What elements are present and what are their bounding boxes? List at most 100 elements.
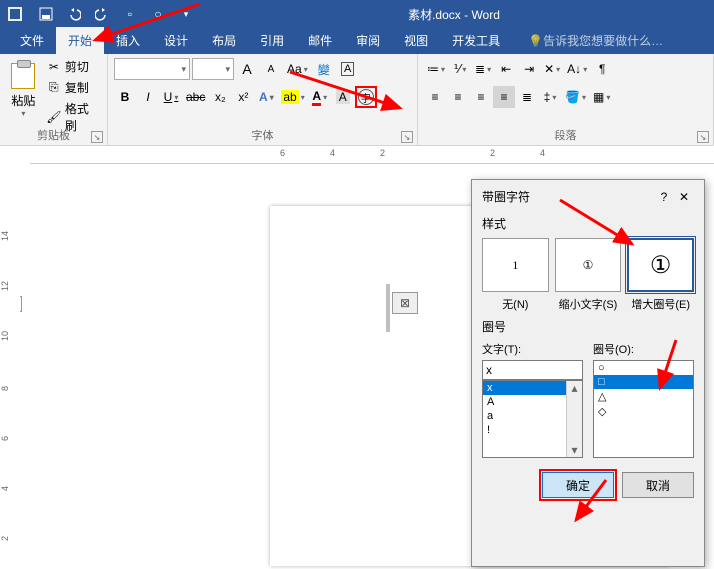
text-input[interactable] (482, 360, 583, 380)
list-item[interactable]: △ (594, 389, 693, 404)
undo-icon[interactable] (62, 2, 86, 26)
align-center-button[interactable]: ≡ (447, 86, 469, 108)
enclose-section-label: 圈号 (482, 318, 694, 335)
superscript-button[interactable]: x² (232, 86, 254, 108)
ruler-tick: 2 (490, 148, 495, 158)
cut-label: 剪切 (65, 58, 89, 75)
highlight-button[interactable]: ab (278, 86, 307, 108)
line-spacing-button[interactable]: ‡ (539, 86, 561, 108)
cut-button[interactable]: ✂剪切 (45, 57, 101, 76)
group-label: 段落 (418, 127, 713, 143)
borders-button[interactable]: ▦ (590, 86, 613, 108)
style-option-enlarge[interactable]: ① 增大圈号(E) (627, 238, 694, 312)
phonetic-guide-button[interactable]: 變 (313, 58, 335, 80)
multilevel-button[interactable]: ≣ (472, 58, 494, 80)
tab-review[interactable]: 审阅 (344, 27, 392, 54)
ruler-tick: 12 (0, 281, 10, 291)
save-icon[interactable] (34, 2, 58, 26)
tab-mailings[interactable]: 邮件 (296, 27, 344, 54)
list-item[interactable]: ○ (594, 361, 693, 375)
paragraph-dialog-launcher[interactable]: ↘ (697, 131, 709, 143)
paste-icon (11, 63, 35, 89)
list-item[interactable]: ◇ (594, 404, 693, 419)
ruler-tick: 6 (0, 436, 10, 441)
underline-button[interactable]: U (160, 86, 182, 108)
highlight-icon: ab (281, 90, 298, 104)
clipboard-dialog-launcher[interactable]: ↘ (91, 131, 103, 143)
style-option-shrink[interactable]: ① 缩小文字(S) (555, 238, 622, 312)
decrease-font-button[interactable]: A (260, 58, 282, 80)
char-border-button[interactable]: A (337, 58, 359, 80)
qat-dd-icon[interactable]: ▾ (174, 2, 198, 26)
bullets-button[interactable]: ≔ (424, 58, 448, 80)
group-font: A A Aa 變 A B I U abc x₂ x² A ab A A 字 字体… (108, 54, 418, 145)
dialog-help-button[interactable]: ? (654, 190, 674, 204)
style-label: 缩小文字(S) (555, 296, 622, 312)
tab-design[interactable]: 设计 (152, 27, 200, 54)
list-item[interactable]: □ (594, 375, 693, 389)
shading-button[interactable]: 🪣 (562, 86, 589, 108)
enclose-char-button[interactable]: 字 (355, 86, 377, 108)
increase-font-button[interactable]: A (236, 58, 258, 80)
font-dialog-launcher[interactable]: ↘ (401, 131, 413, 143)
justify-button[interactable]: ≡ (493, 86, 515, 108)
tab-insert[interactable]: 插入 (104, 27, 152, 54)
qat-icon2[interactable]: ○ (146, 2, 170, 26)
bold-button[interactable]: B (114, 86, 136, 108)
tab-references[interactable]: 引用 (248, 27, 296, 54)
strikethrough-button[interactable]: abc (183, 86, 208, 108)
selected-object[interactable] (392, 292, 418, 314)
char-shading-button[interactable]: A (332, 86, 354, 108)
font-name-select[interactable] (114, 58, 190, 80)
align-left-button[interactable]: ≡ (424, 86, 446, 108)
text-options-list[interactable]: x A a ! ▴▾ (482, 380, 583, 458)
show-marks-button[interactable]: ¶ (591, 58, 613, 80)
tab-home[interactable]: 开始 (56, 27, 104, 54)
cancel-button[interactable]: 取消 (622, 472, 694, 498)
tab-layout[interactable]: 布局 (200, 27, 248, 54)
group-label: 字体 (108, 127, 417, 143)
font-color-button[interactable]: A (309, 86, 331, 108)
ring-options-list[interactable]: ○ □ △ ◇ (593, 360, 694, 458)
change-case-button[interactable]: Aa (284, 58, 311, 80)
selection-bar (386, 284, 390, 332)
asian-layout-button[interactable]: ✕ (541, 58, 563, 80)
paste-button[interactable]: 粘贴 ▾ (6, 57, 41, 123)
distribute-button[interactable]: ≣ (516, 86, 538, 108)
subscript-button[interactable]: x₂ (209, 86, 231, 108)
qat-icon[interactable]: ▫ (118, 2, 142, 26)
ok-button[interactable]: 确定 (542, 472, 614, 498)
tab-file[interactable]: 文件 (8, 27, 56, 54)
horizontal-ruler[interactable]: 6 4 2 2 4 (30, 146, 714, 164)
align-right-button[interactable]: ≡ (470, 86, 492, 108)
vertical-ruler[interactable]: 14 12 10 8 6 4 2 (2, 206, 20, 569)
dialog-title: 带圈字符 (482, 188, 654, 205)
redo-icon[interactable] (90, 2, 114, 26)
brush-icon: 🖌 (47, 110, 61, 124)
tab-view[interactable]: 视图 (392, 27, 440, 54)
increase-indent-button[interactable]: ⇥ (518, 58, 540, 80)
font-color-icon: A (312, 89, 321, 106)
style-preview: ① (555, 238, 622, 292)
ruler-tick: 4 (0, 486, 10, 491)
group-paragraph: ≔ ⅟ ≣ ⇤ ⇥ ✕ A↓ ¶ ≡ ≡ ≡ ≡ ≣ ‡ 🪣 ▦ 段落 ↘ (418, 54, 714, 145)
tell-me[interactable]: 💡 告诉我您想要做什么… (520, 27, 671, 54)
copy-button[interactable]: ⎘复制 (45, 78, 101, 97)
font-size-select[interactable] (192, 58, 234, 80)
italic-button[interactable]: I (137, 86, 159, 108)
text-effects-button[interactable]: A (255, 86, 277, 108)
numbering-button[interactable]: ⅟ (449, 58, 471, 80)
window-title: 素材.docx - Word (200, 6, 708, 23)
scrollbar[interactable]: ▴▾ (566, 381, 582, 457)
ruler-tick: 8 (0, 386, 10, 391)
style-option-none[interactable]: 1 无(N) (482, 238, 549, 312)
ruler-tick: 10 (0, 331, 10, 341)
sort-button[interactable]: A↓ (564, 58, 590, 80)
style-label: 增大圈号(E) (627, 296, 694, 312)
paste-label: 粘贴 (11, 92, 35, 109)
group-clipboard: 粘贴 ▾ ✂剪切 ⎘复制 🖌格式刷 剪贴板 ↘ (0, 54, 108, 145)
ribbon-tabs: 文件 开始 插入 设计 布局 引用 邮件 审阅 视图 开发工具 💡 告诉我您想要… (0, 28, 714, 54)
dialog-close-button[interactable]: ✕ (674, 190, 694, 204)
tab-developer[interactable]: 开发工具 (440, 27, 512, 54)
decrease-indent-button[interactable]: ⇤ (495, 58, 517, 80)
